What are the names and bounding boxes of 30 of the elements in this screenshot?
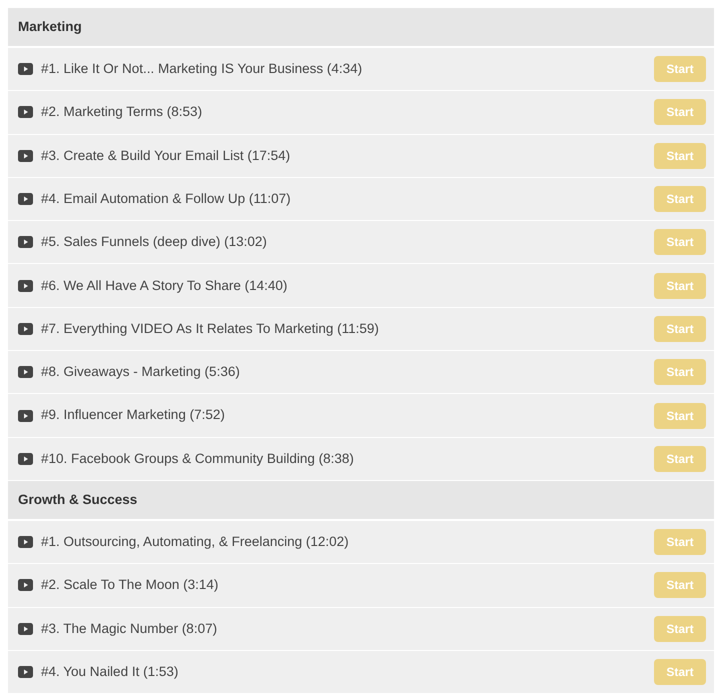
lesson-title[interactable]: #1. Outsourcing, Automating, & Freelancing (12:02)	[41, 532, 349, 552]
lesson-title[interactable]: #4. You Nailed It (1:53)	[41, 662, 178, 682]
lesson-title[interactable]: #5. Sales Funnels (deep dive) (13:02)	[41, 232, 267, 252]
section-title: Marketing	[18, 18, 82, 36]
play-icon	[18, 280, 33, 292]
play-icon	[18, 193, 33, 206]
lesson-title[interactable]: #3. The Magic Number (8:07)	[41, 618, 218, 639]
lesson-title[interactable]: #2. Scale To The Moon (3:14)	[41, 575, 218, 596]
lesson-title[interactable]: #3. Create & Build Your Email List (17:54)	[41, 146, 290, 166]
play-icon	[18, 236, 33, 248]
play-icon	[18, 322, 33, 335]
play-icon	[18, 106, 33, 118]
lesson-title[interactable]: #4. Email Automation & Follow Up (11:07)	[41, 188, 291, 210]
lesson-title[interactable]: #9. Influencer Marketing (7:52)	[41, 405, 225, 426]
lesson-title[interactable]: #2. Marketing Terms (8:53)	[41, 102, 202, 123]
play-icon	[18, 452, 33, 465]
play-icon	[18, 63, 33, 76]
play-icon	[18, 536, 33, 548]
play-icon	[18, 366, 33, 378]
lesson-title[interactable]: #1. Like It Or Not... Marketing IS Your Business (4:34)	[41, 59, 362, 80]
lesson-title[interactable]: #8. Giveaways - Marketing (5:36)	[41, 362, 240, 382]
section-title: Growth & Success	[18, 490, 138, 509]
play-icon	[18, 622, 33, 635]
play-icon	[18, 579, 33, 592]
lesson-title[interactable]: #10. Facebook Groups & Community Building (8:38)	[41, 448, 354, 469]
lesson-title[interactable]: #6. We All Have A Story To Share (14:40)	[41, 276, 288, 296]
play-icon	[18, 410, 33, 422]
lesson-title[interactable]: #7. Everything VIDEO As It Relates To Marketing (11:59)	[41, 318, 379, 340]
play-icon	[18, 150, 33, 162]
play-icon	[18, 666, 33, 678]
